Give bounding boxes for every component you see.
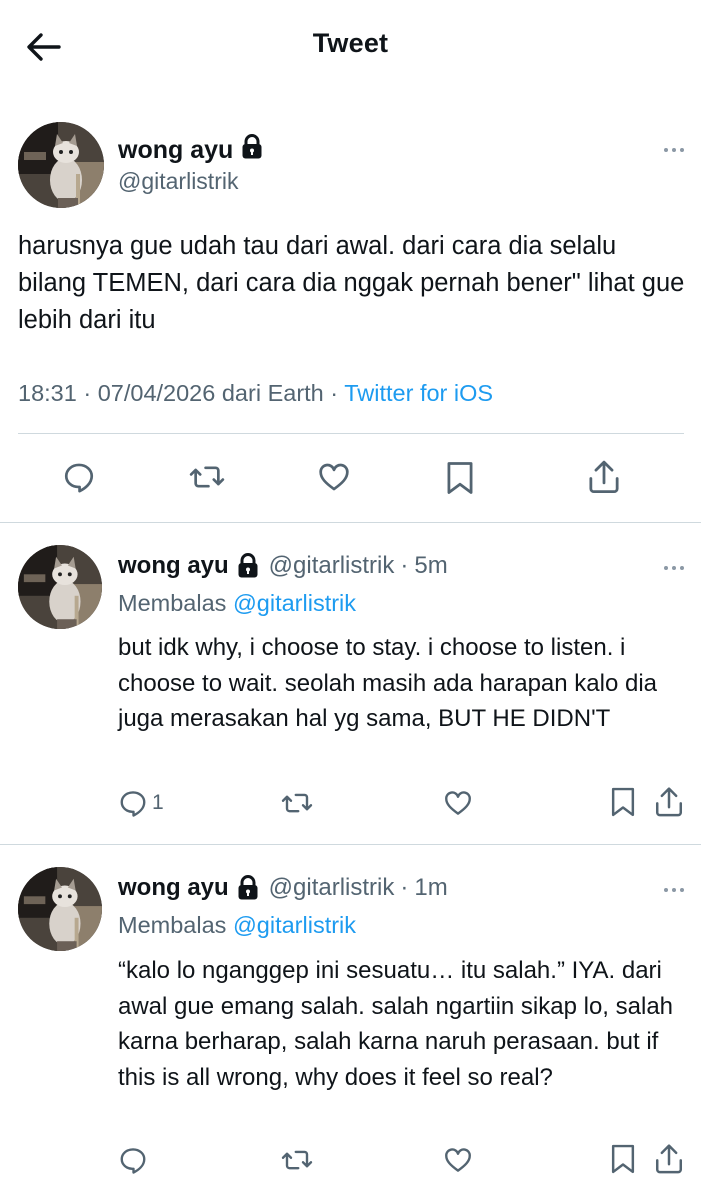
reply-icon [120, 1148, 146, 1174]
replying-label: Membalas [118, 590, 227, 616]
page-title: Tweet [312, 28, 389, 58]
share-button[interactable] [653, 785, 685, 819]
more-options-button[interactable] [656, 558, 692, 578]
tweet-source-link[interactable]: Twitter for iOS [344, 380, 493, 406]
retweet-button[interactable] [280, 788, 314, 818]
author-name[interactable]: wong ayu [118, 134, 263, 167]
retweet-button[interactable] [280, 1145, 314, 1175]
divider [18, 433, 684, 434]
more-options-button[interactable] [656, 880, 692, 900]
avatar[interactable] [18, 545, 102, 629]
lock-icon [237, 553, 259, 579]
like-button[interactable] [316, 460, 352, 494]
share-icon [589, 460, 619, 494]
replying-to: Membalas @gitarlistrik [118, 590, 356, 617]
more-options-button[interactable] [656, 140, 692, 160]
bookmark-button[interactable] [609, 1143, 637, 1175]
lock-icon [241, 134, 263, 167]
author-handle[interactable]: @gitarlistrik [118, 168, 238, 195]
tweet-detail-screen: Tweet wong ayu @gitarlistrik harusnya gu… [0, 0, 701, 1200]
tweet-meta: 18:31 · 07/04/2026 dari Earth · Twitter … [18, 380, 493, 407]
more-icon [664, 888, 684, 892]
more-icon [664, 566, 684, 570]
share-icon [655, 1144, 683, 1174]
tweet-time[interactable]: 18:31 [18, 380, 77, 406]
reply-icon [120, 791, 146, 817]
divider [0, 522, 701, 523]
retweet-icon [189, 466, 225, 488]
bookmark-icon [611, 1144, 635, 1174]
bookmark-icon [447, 462, 473, 494]
tweet-location: dari Earth [221, 380, 324, 406]
author-name[interactable]: wong ayu [118, 552, 229, 580]
mention-link[interactable]: @gitarlistrik [233, 590, 356, 616]
tweet-text: harusnya gue udah tau dari awal. dari ca… [18, 232, 685, 334]
like-button[interactable] [442, 1145, 474, 1175]
like-icon [445, 791, 471, 815]
avatar[interactable] [18, 867, 102, 951]
lock-icon [237, 875, 259, 901]
retweet-icon [281, 793, 313, 813]
divider [0, 844, 701, 845]
like-icon [319, 463, 349, 491]
reply-button[interactable] [62, 460, 96, 494]
retweet-icon [281, 1150, 313, 1170]
reply-icon [64, 463, 94, 493]
reply-button[interactable] [118, 1145, 148, 1175]
tweet-text: but idk why, i choose to stay. i choose … [118, 634, 658, 732]
more-icon [664, 148, 684, 152]
bookmark-button[interactable] [609, 786, 637, 818]
share-button[interactable] [653, 1142, 685, 1176]
retweet-button[interactable] [188, 460, 226, 494]
author-handle[interactable]: @gitarlistrik [269, 552, 395, 580]
top-bar: Tweet [0, 0, 701, 96]
tweet-time[interactable]: 1m [414, 874, 447, 902]
author-handle[interactable]: @gitarlistrik [269, 874, 395, 902]
replying-label: Membalas [118, 912, 227, 938]
bookmark-icon [611, 787, 635, 817]
meta-separator: · [330, 380, 339, 406]
reply-header: wong ayu @gitarlistrik · 5m [118, 552, 448, 580]
bookmark-button[interactable] [444, 460, 476, 496]
meta-separator: · [83, 380, 92, 406]
reply-header: wong ayu @gitarlistrik · 1m [118, 874, 448, 902]
meta-separator: · [400, 552, 409, 579]
reply-button[interactable]: 1 [118, 788, 164, 818]
share-button[interactable] [586, 458, 622, 496]
like-icon [445, 1148, 471, 1172]
tweet-time[interactable]: 5m [414, 552, 447, 580]
avatar[interactable] [18, 122, 104, 208]
mention-link[interactable]: @gitarlistrik [233, 912, 356, 938]
meta-separator: · [400, 874, 409, 901]
author-name-text: wong ayu [118, 136, 234, 164]
tweet-text: “kalo lo nganggep ini sesuatu… itu salah… [118, 957, 674, 1091]
reply-count: 1 [152, 791, 164, 814]
author-name[interactable]: wong ayu [118, 874, 229, 902]
tweet-date[interactable]: 07/04/2026 [98, 380, 216, 406]
like-button[interactable] [442, 788, 474, 818]
share-icon [655, 787, 683, 817]
replying-to: Membalas @gitarlistrik [118, 912, 356, 939]
